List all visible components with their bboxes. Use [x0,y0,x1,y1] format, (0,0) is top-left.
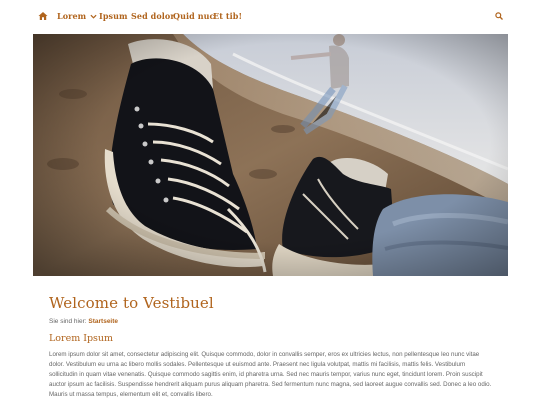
page-title: Welcome to Vestibuel [49,294,214,312]
home-icon[interactable] [38,11,48,21]
chevron-down-icon [90,14,97,19]
section-title: Lorem Ipsum [49,333,114,344]
breadcrumb-prefix: Sie sind hier: [49,318,87,325]
search-icon[interactable] [495,12,503,20]
nav-item-et-tib[interactable]: Et tib! [213,11,242,21]
main-navigation: Lorem Ipsum Sed dolor Quid nuc Et tib! [0,0,540,34]
hero-photo [33,34,508,276]
breadcrumb-link-startseite[interactable]: Startseite [88,318,118,325]
breadcrumb: Sie sind hier: Startseite [49,318,118,325]
nav-item-sed-dolor[interactable]: Sed dolor [131,11,175,21]
body-paragraph: Lorem ipsum dolor sit amet, consectetur … [49,351,492,398]
nav-item-lorem-label: Lorem [57,11,87,21]
nav-item-lorem[interactable]: Lorem [57,11,97,21]
nav-item-ipsum[interactable]: Ipsum [99,11,128,21]
nav-item-quid-nuc[interactable]: Quid nuc [173,11,215,21]
hero-image [33,34,508,276]
